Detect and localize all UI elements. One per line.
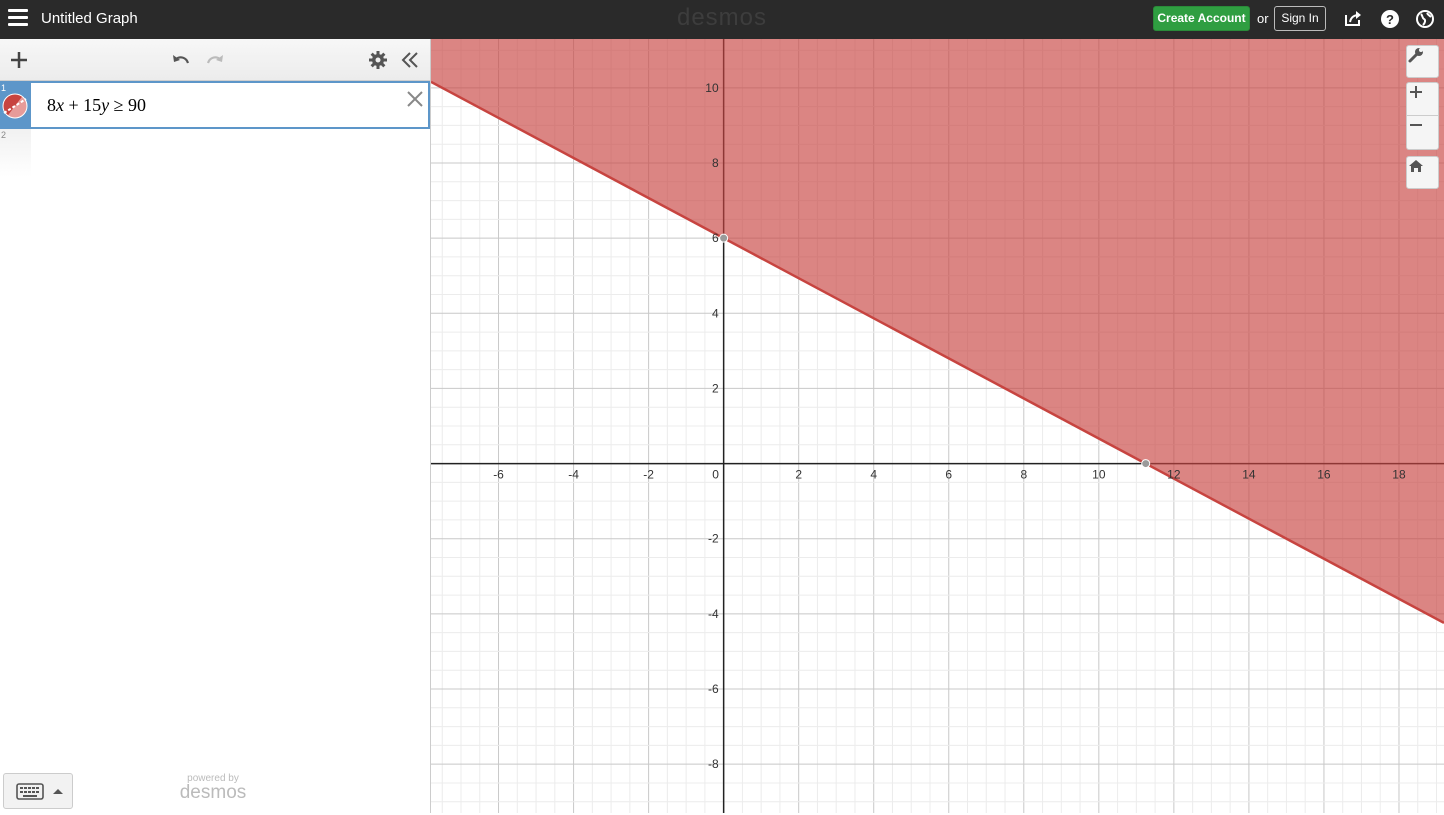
x-tick-label: 6 — [945, 468, 952, 482]
svg-text:?: ? — [1386, 12, 1394, 27]
y-tick-label: 10 — [705, 81, 719, 95]
expression-tab: 2 — [0, 129, 31, 177]
powered-by-brand: desmos — [179, 782, 247, 803]
graph-title[interactable]: Untitled Graph — [41, 10, 138, 27]
x-tick-label: 18 — [1392, 468, 1406, 482]
x-tick-label: 14 — [1242, 468, 1256, 482]
x-tick-label: -6 — [493, 468, 504, 482]
y-tick-label: -6 — [708, 682, 719, 696]
y-tick-label: -4 — [708, 607, 719, 621]
graph-canvas[interactable]: -6 -4 -2 0 2 4 6 8 10 12 14 16 18 10 8 6 4 2 -2 -4 -6 -8 — [431, 39, 1444, 813]
inequality-style-icon[interactable] — [1, 92, 28, 120]
x-tick-label: 10 — [1092, 468, 1106, 482]
graph-plot[interactable]: -6 -4 -2 0 2 4 6 8 10 12 14 16 18 10 8 6 4 2 -2 -4 -6 -8 — [431, 39, 1444, 813]
zoom-in-icon[interactable] — [1406, 82, 1439, 116]
menu-icon[interactable] — [8, 9, 28, 27]
expression-item-empty[interactable]: 2 — [0, 129, 430, 177]
redo-icon[interactable] — [203, 48, 227, 72]
y-tick-label: -2 — [708, 532, 719, 546]
graph-settings-wrench-icon[interactable] — [1406, 45, 1439, 78]
expression-panel: 1 8x + 15y ≥ 90 2 powered by desmos — [0, 39, 431, 813]
x-tick-label: -2 — [643, 468, 654, 482]
y-tick-label: -8 — [708, 757, 719, 771]
collapse-panel-icon[interactable] — [398, 48, 422, 72]
chevron-up-icon — [53, 789, 63, 794]
y-tick-label: 2 — [712, 381, 719, 395]
x-tick-label: 4 — [870, 468, 877, 482]
expression-tab: 1 — [0, 83, 31, 129]
intercept-point — [1141, 459, 1151, 469]
inequality-shaded-region — [431, 39, 1444, 623]
x-tick-label: -4 — [568, 468, 579, 482]
keyboard-toggle-button[interactable] — [3, 773, 73, 809]
y-tick-label: 6 — [712, 231, 719, 245]
x-tick-label: 0 — [712, 468, 719, 482]
language-globe-icon[interactable] — [1414, 8, 1436, 30]
top-bar: Untitled Graph desmos Create Account or … — [0, 0, 1444, 39]
home-icon[interactable] — [1406, 156, 1439, 189]
powered-by-desmos: powered by desmos — [150, 773, 276, 804]
y-tick-label: 4 — [712, 306, 719, 320]
x-tick-label: 2 — [795, 468, 802, 482]
keyboard-icon — [16, 783, 44, 800]
share-icon[interactable] — [1342, 8, 1364, 30]
create-account-button[interactable]: Create Account — [1153, 6, 1250, 31]
delete-expression-icon[interactable] — [405, 89, 425, 109]
expression-item[interactable]: 1 8x + 15y ≥ 90 — [0, 81, 430, 129]
expression-index: 2 — [1, 130, 7, 140]
or-label: or — [1257, 11, 1269, 26]
expression-math[interactable]: 8x + 15y ≥ 90 — [47, 95, 146, 116]
add-expression-icon[interactable] — [7, 48, 31, 72]
expression-index: 1 — [1, 83, 7, 93]
x-tick-label: 8 — [1020, 468, 1027, 482]
expression-list: 1 8x + 15y ≥ 90 2 — [0, 81, 430, 177]
undo-icon[interactable] — [169, 48, 193, 72]
sign-in-button[interactable]: Sign In — [1274, 6, 1326, 31]
help-icon[interactable]: ? — [1379, 8, 1401, 30]
x-tick-label: 12 — [1167, 468, 1181, 482]
settings-gear-icon[interactable] — [366, 48, 390, 72]
y-tick-label: 8 — [712, 156, 719, 170]
x-tick-label: 16 — [1317, 468, 1331, 482]
intercept-point — [719, 233, 729, 243]
zoom-out-icon[interactable] — [1406, 116, 1439, 150]
expression-toolbar — [0, 39, 430, 81]
